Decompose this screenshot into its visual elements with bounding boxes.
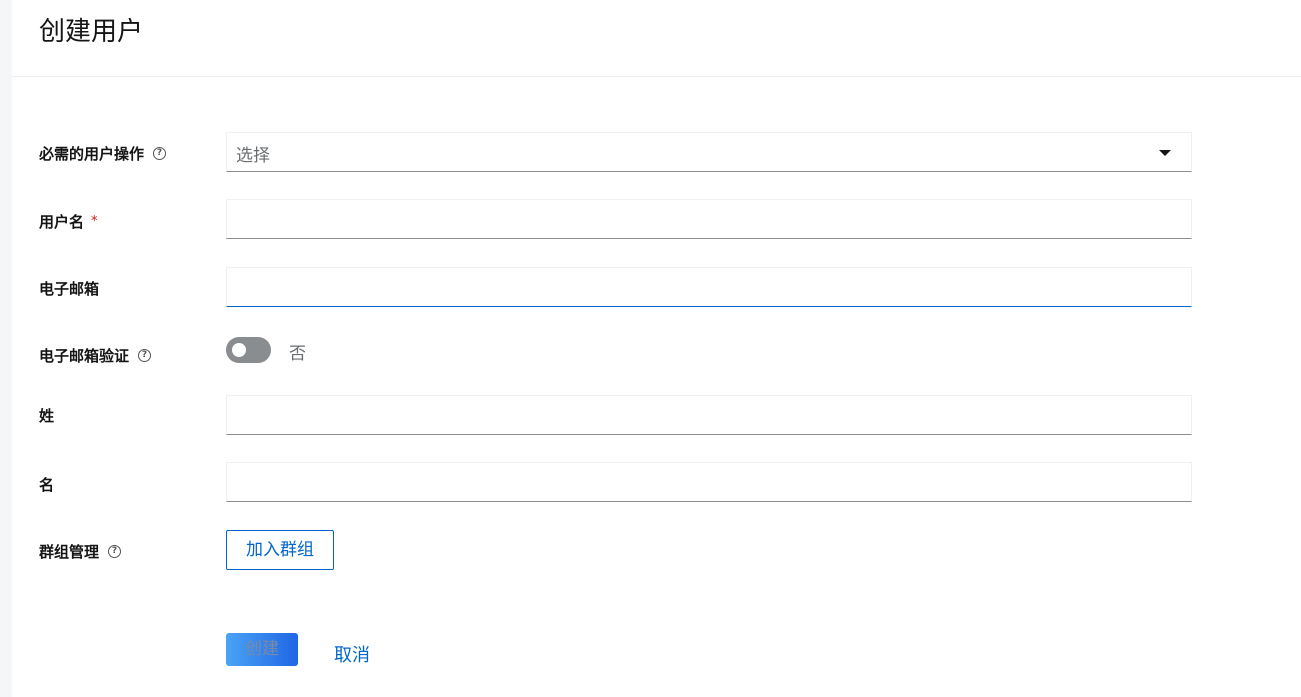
last-name-label-text: 姓 [39, 407, 55, 425]
page-header: 创建用户 [12, 0, 1301, 77]
help-icon[interactable]: ? [153, 147, 167, 160]
required-actions-label: 必需的用户操作 ? [39, 143, 167, 164]
page-title: 创建用户 [39, 17, 144, 47]
email-verified-label: 电子邮箱验证 ? [39, 345, 152, 366]
first-name-label-text: 名 [39, 476, 55, 494]
content-panel: 创建用户 必需的用户操作 ? 选择 用户名 * 电子邮箱 电子邮箱验证 ? 否 … [12, 0, 1301, 697]
required-asterisk: * [91, 214, 98, 229]
first-name-label: 名 [39, 474, 54, 495]
last-name-label: 姓 [39, 405, 54, 426]
toggle-knob [232, 343, 246, 357]
email-input[interactable] [226, 267, 1192, 307]
cancel-button[interactable]: 取消 [334, 641, 370, 667]
groups-label: 群组管理 ? [39, 541, 122, 562]
help-icon[interactable]: ? [138, 349, 152, 362]
email-verified-toggle[interactable] [226, 337, 271, 363]
email-label: 电子邮箱 [39, 278, 99, 299]
required-actions-select[interactable]: 选择 [226, 132, 1192, 172]
email-verified-label-text: 电子邮箱验证 [39, 347, 130, 365]
caret-down-icon [1159, 150, 1171, 156]
groups-label-text: 群组管理 [39, 543, 100, 561]
create-button[interactable]: 创建 [226, 633, 298, 666]
join-groups-button[interactable]: 加入群组 [226, 530, 334, 570]
username-label-text: 用户名 [39, 213, 85, 231]
last-name-input[interactable] [226, 395, 1192, 435]
select-placeholder: 选择 [236, 146, 270, 166]
username-input[interactable] [226, 199, 1192, 239]
required-actions-label-text: 必需的用户操作 [39, 145, 145, 163]
first-name-input[interactable] [226, 462, 1192, 502]
email-label-text: 电子邮箱 [39, 280, 100, 298]
username-label: 用户名 * [39, 211, 98, 232]
help-icon[interactable]: ? [108, 545, 122, 558]
email-verified-state: 否 [289, 344, 306, 364]
